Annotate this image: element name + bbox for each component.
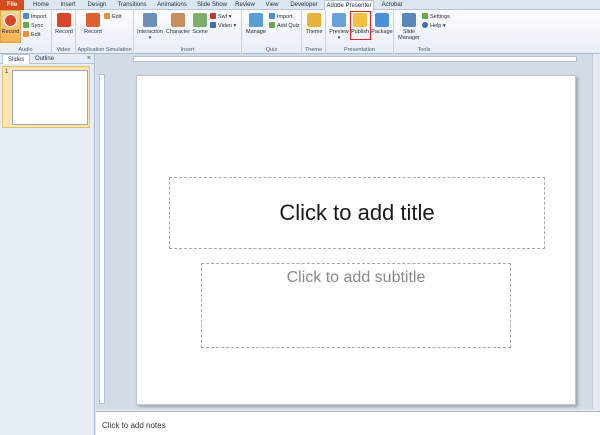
edit-icon — [104, 13, 110, 19]
add-icon — [269, 22, 275, 28]
character-icon — [171, 13, 185, 27]
title-placeholder[interactable]: Click to add title — [169, 177, 545, 249]
tab-file[interactable]: File — [0, 0, 24, 10]
horizontal-ruler — [133, 56, 577, 62]
close-icon[interactable]: × — [87, 55, 91, 62]
import-icon — [23, 13, 29, 19]
scene-button[interactable]: Scene — [191, 13, 209, 35]
swf-button[interactable]: Swf ▾ — [210, 13, 231, 21]
audio-edit-button[interactable]: Edit — [23, 31, 40, 39]
video-camera-icon — [57, 13, 71, 27]
import-icon — [269, 13, 275, 19]
group-video: Record Video — [52, 10, 76, 54]
group-label-appsim: Application Simulation — [77, 47, 132, 53]
tab-slides[interactable]: Slides — [2, 54, 31, 64]
group-audio: Record Import Sync Edit Audio — [0, 10, 52, 54]
preview-icon — [332, 13, 346, 27]
film-icon — [210, 22, 216, 28]
tab-view[interactable]: View — [261, 0, 283, 10]
microphone-icon — [4, 14, 17, 27]
quiz-manage-icon — [249, 13, 263, 27]
insert-video-button[interactable]: Video ▾ — [210, 22, 236, 30]
slide-canvas[interactable]: Click to add title Click to add subtitle — [136, 75, 576, 405]
group-label-audio: Audio — [18, 47, 33, 53]
slide-manager-button[interactable]: Slide Manager — [396, 13, 422, 41]
theme-button[interactable]: Theme — [304, 13, 324, 35]
theme-icon — [307, 13, 321, 27]
tab-transitions[interactable]: Transitions — [114, 0, 150, 10]
notes-placeholder: Click to add notes — [102, 421, 166, 430]
publish-highlight-box — [350, 11, 371, 40]
vertical-scrollbar[interactable] — [592, 54, 600, 409]
tab-design[interactable]: Design — [84, 0, 110, 10]
group-label-quiz: Quiz — [265, 47, 278, 53]
interaction-icon — [143, 13, 157, 27]
chevron-down-icon: ▾ — [337, 35, 341, 41]
tab-review[interactable]: Review — [232, 0, 258, 10]
appsim-record-button[interactable]: Record — [82, 13, 104, 35]
slide-number: 1 — [5, 69, 9, 75]
group-presentation: Preview ▾ Publish Package Presentation — [326, 10, 394, 54]
character-button[interactable]: Character — [165, 13, 191, 35]
slide-manager-icon — [402, 13, 416, 27]
swf-icon — [210, 13, 216, 19]
group-theme: Theme Theme — [302, 10, 326, 54]
quiz-import-button[interactable]: Import — [269, 13, 293, 21]
audio-record-button[interactable]: Record — [0, 10, 21, 43]
tab-home[interactable]: Home — [28, 0, 54, 10]
edit-icon — [23, 31, 29, 37]
subtitle-placeholder[interactable]: Click to add subtitle — [201, 263, 511, 348]
help-icon — [422, 22, 428, 28]
package-icon — [375, 13, 389, 27]
ribbon-tab-bar: File Home Insert Design Transitions Anim… — [0, 0, 600, 11]
ribbon: Record Import Sync Edit Audio Record Vid… — [0, 10, 600, 54]
slides-pane: Slides Outline × 1 — [0, 54, 95, 435]
chevron-down-icon: ▾ — [148, 35, 152, 41]
interaction-button[interactable]: Interaction ▾ — [135, 13, 165, 41]
preview-button[interactable]: Preview ▾ — [328, 13, 350, 41]
group-label-theme: Theme — [304, 47, 323, 53]
group-application-simulation: Record Edit Application Simulation — [76, 10, 134, 54]
group-label-tools: Tools — [417, 47, 431, 53]
group-label-insert: Insert — [180, 47, 195, 53]
group-insert: Interaction ▾ Character Scene Swf ▾ Vide… — [134, 10, 242, 54]
vertical-ruler — [99, 74, 105, 404]
group-quiz: Manage Import Add Quiz Quiz — [242, 10, 302, 54]
package-button[interactable]: Package — [371, 13, 393, 35]
video-record-button[interactable]: Record — [54, 13, 74, 35]
pane-tabs: Slides Outline × — [0, 54, 94, 64]
slide-editor: Click to add title Click to add subtitle — [96, 54, 600, 409]
notes-pane[interactable]: Click to add notes — [96, 411, 600, 435]
tab-animations[interactable]: Animations — [154, 0, 190, 10]
audio-sync-button[interactable]: Sync — [23, 22, 43, 30]
quiz-manage-button[interactable]: Manage — [244, 13, 268, 35]
group-label-presentation: Presentation — [344, 47, 375, 53]
help-button[interactable]: Help ▾ — [422, 22, 446, 30]
slide-thumbnail-item[interactable]: 1 — [2, 66, 90, 128]
scene-icon — [193, 13, 207, 27]
settings-button[interactable]: Settings — [422, 13, 450, 21]
add-quiz-button[interactable]: Add Quiz — [269, 22, 300, 30]
tab-acrobat[interactable]: Acrobat — [378, 0, 406, 10]
group-tools: Slide Manager Settings Help ▾ Tools — [394, 10, 454, 54]
slide-thumbnail — [12, 70, 88, 125]
tab-outline[interactable]: Outline — [30, 54, 59, 64]
tab-slide-show[interactable]: Slide Show — [194, 0, 230, 10]
audio-import-button[interactable]: Import — [23, 13, 47, 21]
group-label-video: Video — [56, 47, 71, 53]
sync-icon — [23, 22, 29, 28]
screen-record-icon — [86, 13, 100, 27]
tab-insert[interactable]: Insert — [56, 0, 80, 10]
appsim-edit-button[interactable]: Edit — [104, 13, 121, 21]
tab-developer[interactable]: Developer — [287, 0, 321, 10]
gear-icon — [422, 13, 428, 19]
